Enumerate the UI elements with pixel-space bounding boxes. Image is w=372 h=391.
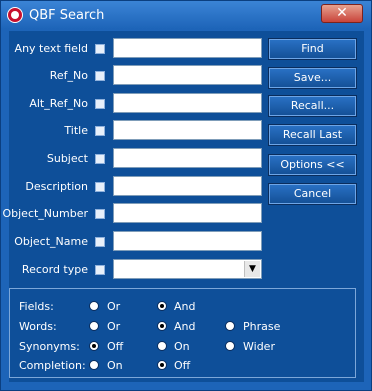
words-phrase-radio[interactable] [225, 321, 235, 331]
words-and-radio[interactable] [157, 321, 167, 331]
completion-on-label: On [107, 359, 123, 372]
input-object-name[interactable] [113, 231, 262, 251]
label-subject: Subject [46, 152, 88, 165]
input-any-text-field[interactable] [113, 38, 262, 58]
synonyms-off-radio[interactable] [89, 341, 99, 351]
checkbox-description[interactable] [95, 182, 105, 192]
window-title: QBF Search [29, 8, 105, 23]
input-description[interactable] [113, 176, 262, 196]
checkbox-record-type[interactable] [95, 265, 105, 275]
recall-button-label: Recall... [290, 99, 335, 112]
qbf-search-window: QBF Search ✕ Any text field Ref_No Alt_R… [0, 0, 372, 391]
label-record-type: Record type [21, 263, 88, 276]
record-type-select[interactable]: ▼ [113, 259, 262, 279]
input-ref-no[interactable] [113, 65, 262, 85]
input-title[interactable] [113, 120, 262, 140]
cancel-button-label: Cancel [293, 187, 332, 200]
words-or-label: Or [107, 320, 121, 333]
recall-last-button-label: Recall Last [282, 128, 343, 141]
find-button[interactable]: Find [268, 38, 357, 60]
checkbox-alt-ref-no[interactable] [95, 99, 105, 109]
label-alt-ref-no: Alt_Ref_No [29, 97, 88, 110]
synonyms-on-radio[interactable] [157, 341, 167, 351]
synonyms-wider-label: Wider [243, 340, 275, 353]
words-option-label: Words: [19, 320, 57, 333]
words-or-radio[interactable] [89, 321, 99, 331]
synonyms-on-label: On [174, 340, 190, 353]
input-alt-ref-no[interactable] [113, 93, 262, 113]
label-any-text-field: Any text field [14, 42, 88, 55]
recall-last-button[interactable]: Recall Last [268, 124, 357, 146]
fields-and-radio[interactable] [157, 301, 167, 311]
completion-option-label: Completion: [19, 359, 86, 372]
synonyms-option-label: Synonyms: [19, 340, 80, 353]
completion-on-radio[interactable] [89, 360, 99, 370]
label-object-name: Object_Name [14, 235, 88, 248]
cancel-button[interactable]: Cancel [268, 183, 357, 205]
fields-or-label: Or [107, 300, 121, 313]
title-bar[interactable]: QBF Search ✕ [1, 1, 371, 29]
save-button[interactable]: Save... [268, 67, 357, 89]
completion-off-label: Off [174, 359, 191, 372]
fields-and-label: And [174, 300, 196, 313]
label-description: Description [25, 180, 88, 193]
fields-or-radio[interactable] [89, 301, 99, 311]
chevron-down-icon[interactable]: ▼ [244, 261, 260, 277]
checkbox-any-text-field[interactable] [95, 44, 105, 54]
checkbox-object-number[interactable] [95, 209, 105, 219]
synonyms-off-label: Off [107, 340, 124, 353]
save-button-label: Save... [293, 71, 332, 84]
label-title: Title [64, 124, 88, 137]
checkbox-ref-no[interactable] [95, 71, 105, 81]
input-object-number[interactable] [113, 203, 262, 223]
checkbox-object-name[interactable] [95, 237, 105, 247]
words-phrase-label: Phrase [243, 320, 281, 333]
fields-option-label: Fields: [19, 300, 54, 313]
words-and-label: And [174, 320, 196, 333]
input-subject[interactable] [113, 148, 262, 168]
app-icon [7, 7, 23, 23]
label-ref-no: Ref_No [49, 69, 88, 82]
synonyms-wider-radio[interactable] [225, 341, 235, 351]
checkbox-title[interactable] [95, 126, 105, 136]
options-button[interactable]: Options << [268, 154, 357, 176]
recall-button[interactable]: Recall... [268, 95, 357, 117]
checkbox-subject[interactable] [95, 154, 105, 164]
close-button[interactable]: ✕ [321, 4, 363, 23]
label-object-number: Object_Number [2, 207, 88, 220]
completion-off-radio[interactable] [157, 360, 167, 370]
options-button-label: Options << [280, 158, 345, 171]
find-button-label: Find [301, 42, 324, 55]
